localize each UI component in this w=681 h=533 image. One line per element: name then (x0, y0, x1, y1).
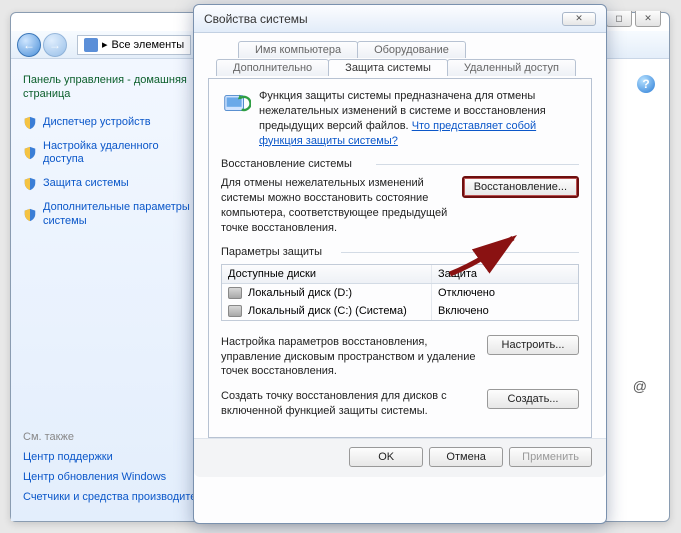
sidebar-item-advanced[interactable]: Дополнительные параметры системы (23, 201, 199, 229)
disk-table: Доступные диски Защита Локальный диск (D… (221, 264, 579, 321)
tab-system-protection[interactable]: Защита системы (328, 59, 448, 76)
shield-icon (23, 208, 37, 222)
tab-hardware[interactable]: Оборудование (357, 41, 466, 58)
close-button[interactable]: ✕ (635, 11, 661, 27)
col-disks[interactable]: Доступные диски (222, 265, 432, 283)
create-description: Создать точку восстановления для дисков … (221, 389, 477, 419)
params-group-label: Параметры защиты (221, 246, 579, 258)
sidebar-item-device-manager[interactable]: Диспетчер устройств (23, 116, 199, 130)
restore-description: Для отмены нежелательных изменений систе… (221, 176, 452, 235)
dialog-title: Свойства системы (204, 12, 308, 26)
restore-icon (221, 89, 251, 119)
tab-panel: Функция защиты системы предназначена для… (208, 78, 592, 438)
configure-description: Настройка параметров восстановления, упр… (221, 335, 477, 380)
create-button[interactable]: Создать... (487, 389, 579, 409)
sidebar-title: Панель управления - домашняя страница (23, 73, 199, 102)
tab-strip: Имя компьютера Оборудование Дополнительн… (208, 41, 592, 79)
table-row[interactable]: Локальный диск (C:) (Система) Включено (222, 302, 578, 320)
tab-advanced[interactable]: Дополнительно (216, 59, 329, 76)
dialog-close-button[interactable]: ✕ (562, 12, 596, 26)
tab-remote[interactable]: Удаленный доступ (447, 59, 576, 76)
shield-icon (23, 116, 37, 130)
restore-group-label: Восстановление системы (221, 158, 579, 170)
apply-button[interactable]: Применить (509, 447, 592, 467)
col-protection[interactable]: Защита (432, 265, 572, 283)
breadcrumb-label: Все элементы (112, 39, 185, 51)
sidebar-item-protection[interactable]: Защита системы (23, 177, 199, 191)
shield-icon (23, 146, 37, 160)
system-properties-dialog: Свойства системы ✕ Имя компьютера Оборуд… (193, 4, 607, 524)
dialog-button-row: OK Отмена Применить (194, 438, 606, 477)
shield-icon (23, 177, 37, 191)
breadcrumb-icon (84, 38, 98, 52)
info-text: Функция защиты системы предназначена для… (259, 89, 579, 148)
dialog-titlebar: Свойства системы ✕ (194, 5, 606, 33)
tab-computer-name[interactable]: Имя компьютера (238, 41, 358, 58)
disk-icon (228, 287, 242, 299)
disk-icon (228, 305, 242, 317)
table-row[interactable]: Локальный диск (D:) Отключено (222, 284, 578, 302)
sidebar: Панель управления - домашняя страница Ди… (11, 59, 211, 521)
nav-forward-button[interactable]: → (43, 33, 67, 57)
cancel-button[interactable]: Отмена (429, 447, 503, 467)
restore-button[interactable]: Восстановление... (462, 176, 579, 198)
configure-button[interactable]: Настроить... (487, 335, 579, 355)
sidebar-item-remote[interactable]: Настройка удаленного доступа (23, 140, 199, 168)
nav-back-button[interactable]: ← (17, 33, 41, 57)
ok-button[interactable]: OK (349, 447, 423, 467)
maximize-button[interactable]: ◻ (606, 11, 632, 27)
breadcrumb[interactable]: ▸ Все элементы (77, 35, 191, 55)
